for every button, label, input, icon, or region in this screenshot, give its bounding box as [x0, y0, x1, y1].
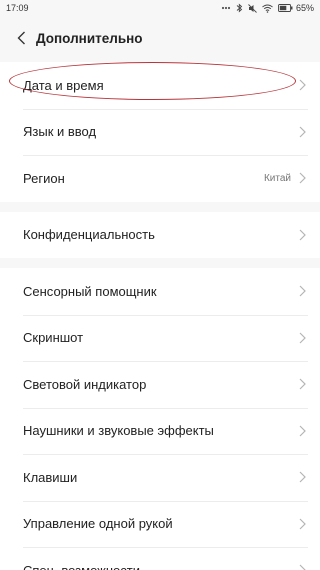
settings-group: Дата и время Язык и ввод Регион Китай: [0, 62, 320, 202]
settings-group: Конфиденциальность: [0, 211, 320, 259]
settings-row-value: Китай: [263, 172, 291, 184]
chevron-right-icon: [299, 126, 306, 138]
settings-row[interactable]: Скриншот: [0, 314, 320, 362]
app-header: Дополнительно: [0, 16, 320, 60]
status-icons: 65%: [221, 3, 314, 13]
chevron-right-icon: [299, 518, 306, 530]
chevron-right-icon: [299, 378, 306, 390]
dots-icon: [221, 6, 231, 10]
settings-row-label: Конфиденциальность: [23, 227, 155, 243]
settings-row[interactable]: Управление одной рукой: [0, 500, 320, 548]
settings-row[interactable]: Наушники и звуковые эффекты: [0, 407, 320, 455]
settings-row-label: Скриншот: [23, 330, 84, 346]
settings-list: Дата и время Язык и ввод Регион Китай Конфид…: [0, 62, 320, 570]
settings-row-label: Наушники и звуковые эффекты: [23, 423, 214, 439]
settings-group: Сенсорный помощник Скриншот Световой индик…: [0, 268, 320, 570]
battery-indicator: 65%: [278, 3, 314, 13]
mute-icon: [248, 3, 257, 13]
settings-row[interactable]: Клавиши: [0, 454, 320, 501]
status-time: 17:09: [6, 3, 29, 13]
chevron-right-icon: [299, 471, 306, 483]
settings-row[interactable]: Дата и время: [0, 62, 320, 109]
settings-row[interactable]: Язык и ввод: [0, 108, 320, 156]
status-bar: 17:09 65%: [0, 0, 320, 16]
group-separator: [0, 258, 320, 268]
settings-row[interactable]: Сенсорный помощник: [0, 268, 320, 315]
settings-row[interactable]: Регион Китай: [0, 155, 320, 202]
settings-row-label: Сенсорный помощник: [23, 283, 157, 299]
battery-percent: 65%: [295, 3, 314, 13]
chevron-right-icon: [299, 332, 306, 344]
settings-row[interactable]: Конфиденциальность: [0, 212, 320, 259]
bluetooth-icon: [236, 3, 243, 13]
back-button[interactable]: [10, 24, 32, 52]
chevron-right-icon: [299, 425, 306, 437]
settings-row-label: Клавиши: [23, 469, 78, 485]
chevron-right-icon: [299, 172, 306, 184]
wifi-icon: [262, 4, 273, 13]
settings-row-label: Регион: [23, 170, 65, 186]
group-separator: [0, 201, 320, 212]
chevron-right-icon: [299, 229, 306, 241]
chevron-right-icon: [299, 285, 306, 297]
chevron-left-icon: [17, 31, 25, 45]
settings-row-label: Дата и время: [23, 77, 104, 93]
settings-row[interactable]: Спец. возможности: [0, 547, 320, 570]
page-title: Дополнительно: [36, 30, 143, 46]
settings-row[interactable]: Световой индикатор: [0, 361, 320, 408]
chevron-right-icon: [299, 79, 306, 91]
settings-row-label: Управление одной рукой: [23, 516, 173, 532]
chevron-right-icon: [299, 564, 306, 570]
settings-row-label: Язык и ввод: [23, 124, 97, 140]
battery-icon: [278, 4, 293, 12]
settings-row-label: Световой индикатор: [23, 376, 147, 392]
settings-row-label: Спец. возможности: [23, 563, 299, 570]
